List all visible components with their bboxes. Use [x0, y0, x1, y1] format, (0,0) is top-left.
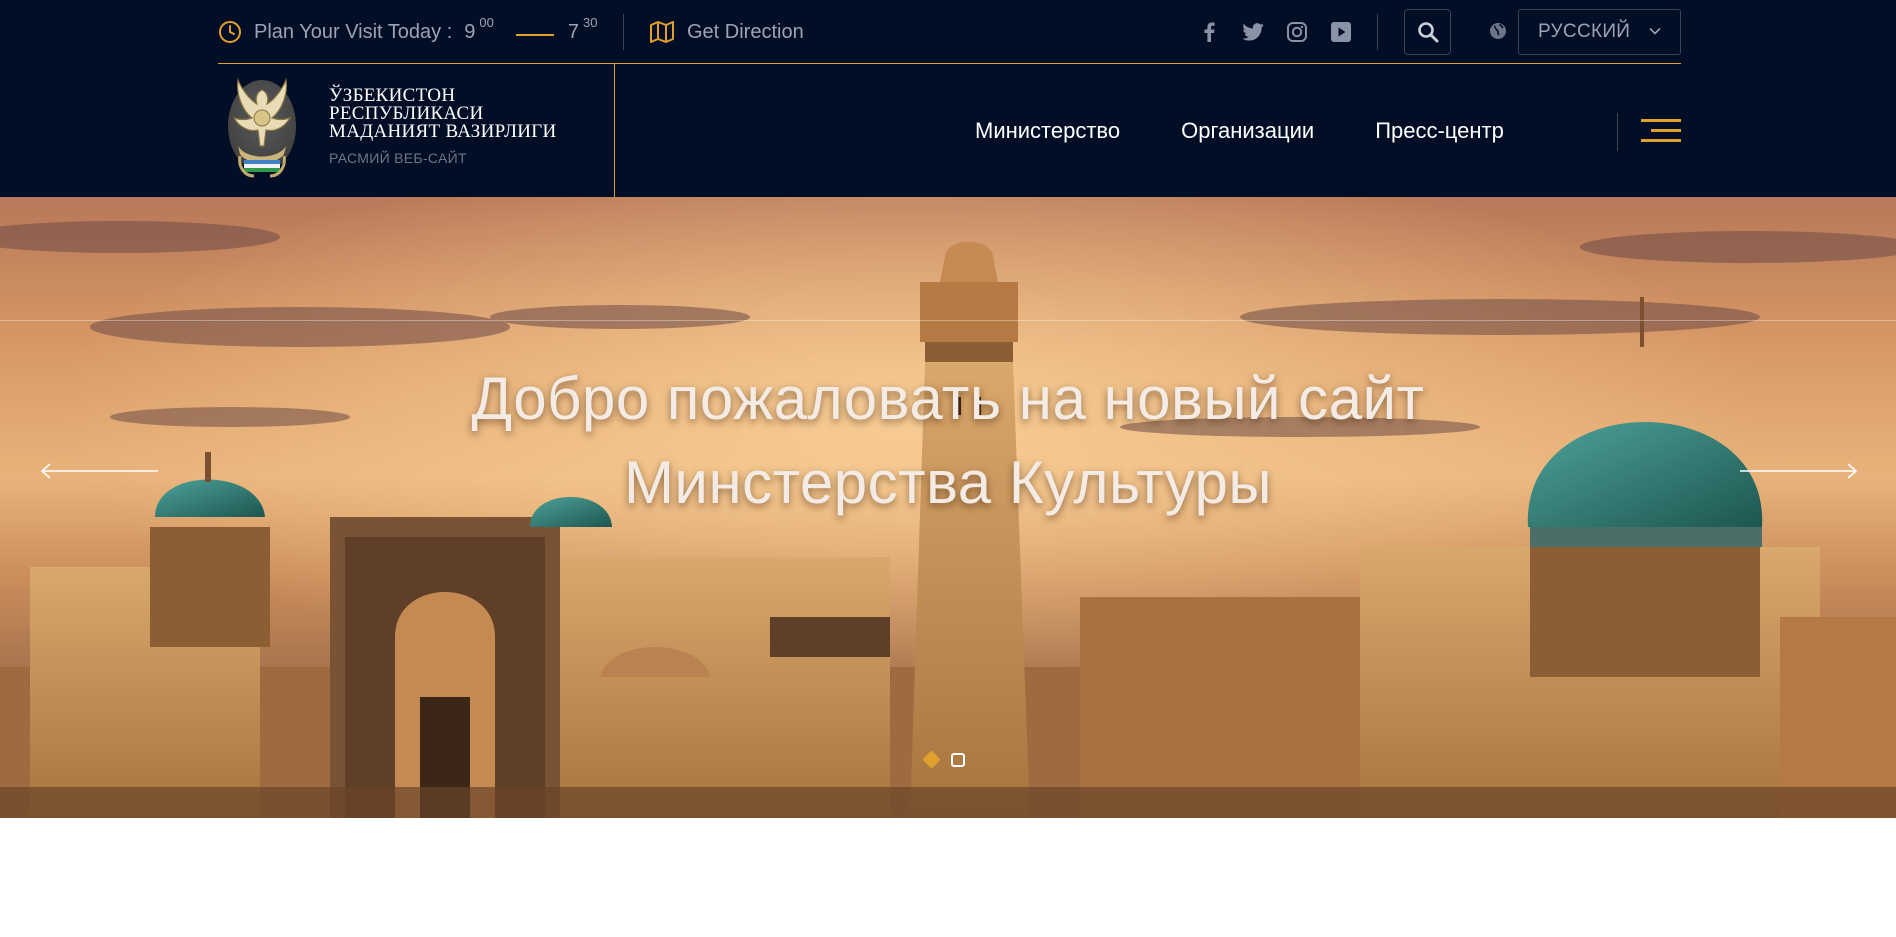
visit-label: Plan Your Visit Today :	[254, 20, 453, 43]
hamburger-menu-icon[interactable]	[1641, 119, 1681, 143]
nav-item-ministry[interactable]: Министерство	[975, 118, 1120, 144]
next-slide-arrow-icon[interactable]	[1740, 461, 1860, 481]
search-icon	[1417, 22, 1438, 43]
open-minutes: 00	[479, 14, 494, 30]
nav-item-press-center[interactable]: Пресс-центр	[1375, 118, 1504, 144]
language-value: РУССКИЙ	[1538, 21, 1631, 42]
hours-range: 9 00 7 30	[464, 15, 597, 44]
hero-headline: Добро пожаловать на новый сайт Минстерст…	[0, 357, 1896, 525]
visiting-hours: Plan Your Visit Today : 9 00 7 30	[218, 0, 597, 64]
get-direction-label: Get Direction	[687, 20, 804, 43]
slide-dot-2[interactable]	[951, 753, 965, 767]
close-hour: 7	[567, 20, 580, 43]
state-emblem-logo	[228, 77, 296, 178]
social-links	[1197, 0, 1373, 64]
hero-headline-line1: Добро пожаловать на новый сайт	[471, 365, 1425, 432]
hours-dash	[515, 33, 554, 36]
official-website-label: РАСМИЙ ВЕБ-САЙТ	[329, 150, 467, 166]
get-direction-link[interactable]: Get Direction	[649, 0, 804, 64]
slide-dot-1[interactable]	[922, 750, 941, 769]
nav-item-organizations[interactable]: Организации	[1181, 118, 1314, 144]
twitter-icon[interactable]	[1241, 20, 1265, 44]
chevron-down-icon	[1649, 27, 1661, 35]
prev-slide-arrow-icon[interactable]	[38, 461, 158, 481]
topbar-divider	[623, 14, 624, 50]
language-select[interactable]: РУССКИЙ	[1518, 9, 1681, 55]
main-nav: Министерство Организации Пресс-центр	[975, 64, 1565, 197]
facebook-icon[interactable]	[1197, 20, 1221, 44]
clock-icon	[219, 21, 241, 43]
hero-slider: Добро пожаловать на новый сайт Минстерст…	[0, 197, 1896, 818]
search-button[interactable]	[1404, 9, 1451, 55]
site-header: Plan Your Visit Today : 9 00 7 30 Get Di…	[0, 0, 1896, 197]
close-minutes: 30	[583, 14, 598, 30]
globe-icon	[1490, 23, 1506, 39]
hero-divider-line	[0, 320, 1896, 321]
youtube-icon[interactable]	[1329, 20, 1353, 44]
instagram-icon[interactable]	[1285, 20, 1309, 44]
ministry-title: ЎЗБЕКИСТОН РЕСПУБЛИКАСИ МАДАНИЯТ ВАЗИРЛИ…	[329, 86, 609, 142]
topbar-divider-right	[1377, 14, 1378, 50]
map-icon	[650, 21, 674, 43]
top-bar: Plan Your Visit Today : 9 00 7 30 Get Di…	[218, 0, 1681, 64]
ministry-title-line3: МАДАНИЯТ ВАЗИРЛИГИ	[329, 121, 557, 142]
brand-block[interactable]: ЎЗБЕКИСТОН РЕСПУБЛИКАСИ МАДАНИЯТ ВАЗИРЛИ…	[218, 64, 615, 197]
nav-divider	[1617, 113, 1618, 151]
open-hour: 9	[464, 20, 476, 43]
hero-headline-line2: Минстерства Культуры	[623, 449, 1273, 516]
slider-pagination	[922, 750, 978, 769]
